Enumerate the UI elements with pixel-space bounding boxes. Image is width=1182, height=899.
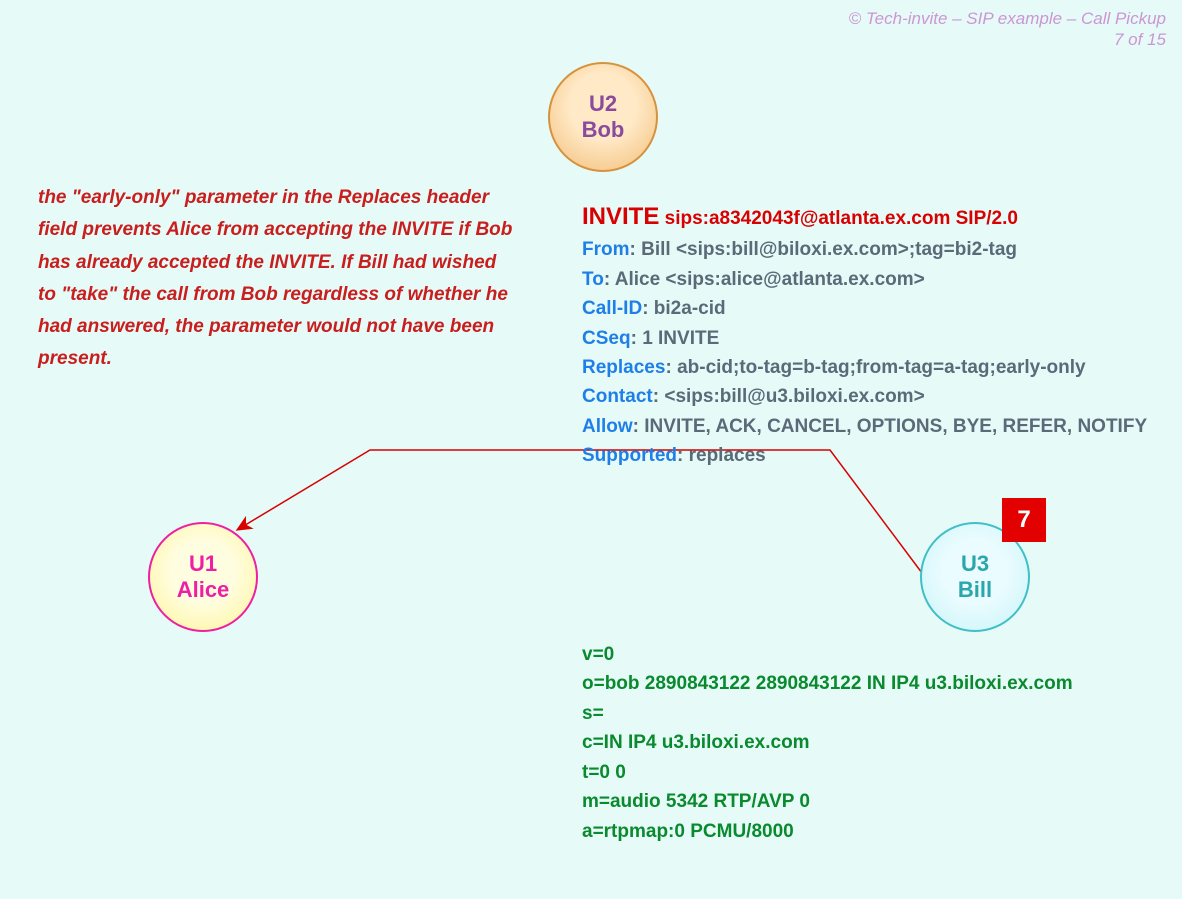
step-badge: 7 bbox=[1002, 498, 1046, 542]
sdp-c: c=IN IP4 u3.biloxi.ex.com bbox=[582, 728, 1142, 757]
copyright-line: © Tech-invite – SIP example – Call Picku… bbox=[849, 8, 1166, 29]
sip-header-allow: Allow: INVITE, ACK, CANCEL, OPTIONS, BYE… bbox=[582, 412, 1162, 441]
node-bob: U2 Bob bbox=[548, 62, 658, 172]
sip-header-contact: Contact: <sips:bill@u3.biloxi.ex.com> bbox=[582, 382, 1162, 411]
sdp-body: v=0 o=bob 2890843122 2890843122 IN IP4 u… bbox=[582, 640, 1142, 846]
sdp-t: t=0 0 bbox=[582, 758, 1142, 787]
sip-header-to: To: Alice <sips:alice@atlanta.ex.com> bbox=[582, 265, 1162, 294]
sdp-v: v=0 bbox=[582, 640, 1142, 669]
node-bill-ua: U3 bbox=[961, 551, 989, 577]
explanatory-note: the "early-only" parameter in the Replac… bbox=[38, 182, 518, 376]
sip-header-callid: Call-ID: bi2a-cid bbox=[582, 294, 1162, 323]
sip-request-uri: sips:a8342043f@atlanta.ex.com SIP/2.0 bbox=[665, 208, 1018, 229]
sip-header-from: From: Bill <sips:bill@biloxi.ex.com>;tag… bbox=[582, 235, 1162, 264]
sdp-m: m=audio 5342 RTP/AVP 0 bbox=[582, 787, 1142, 816]
sdp-a: a=rtpmap:0 PCMU/8000 bbox=[582, 817, 1142, 846]
sip-header-cseq: CSeq: 1 INVITE bbox=[582, 324, 1162, 353]
node-bob-ua: U2 bbox=[589, 91, 617, 117]
sip-message: INVITE sips:a8342043f@atlanta.ex.com SIP… bbox=[582, 198, 1162, 471]
sdp-o: o=bob 2890843122 2890843122 IN IP4 u3.bi… bbox=[582, 669, 1142, 698]
node-alice-name: Alice bbox=[177, 577, 230, 603]
sip-header-supported: Supported: replaces bbox=[582, 441, 1162, 470]
node-bob-name: Bob bbox=[582, 117, 625, 143]
node-alice: U1 Alice bbox=[148, 522, 258, 632]
sip-method: INVITE bbox=[582, 203, 659, 230]
node-bill-name: Bill bbox=[958, 577, 992, 603]
sdp-s: s= bbox=[582, 699, 1142, 728]
sip-request-line: INVITE sips:a8342043f@atlanta.ex.com SIP… bbox=[582, 198, 1162, 235]
diagram-canvas: © Tech-invite – SIP example – Call Picku… bbox=[0, 0, 1182, 899]
sip-header-replaces: Replaces: ab-cid;to-tag=b-tag;from-tag=a… bbox=[582, 353, 1162, 382]
node-alice-ua: U1 bbox=[189, 551, 217, 577]
page-counter: 7 of 15 bbox=[849, 29, 1166, 50]
copyright-block: © Tech-invite – SIP example – Call Picku… bbox=[849, 8, 1166, 51]
